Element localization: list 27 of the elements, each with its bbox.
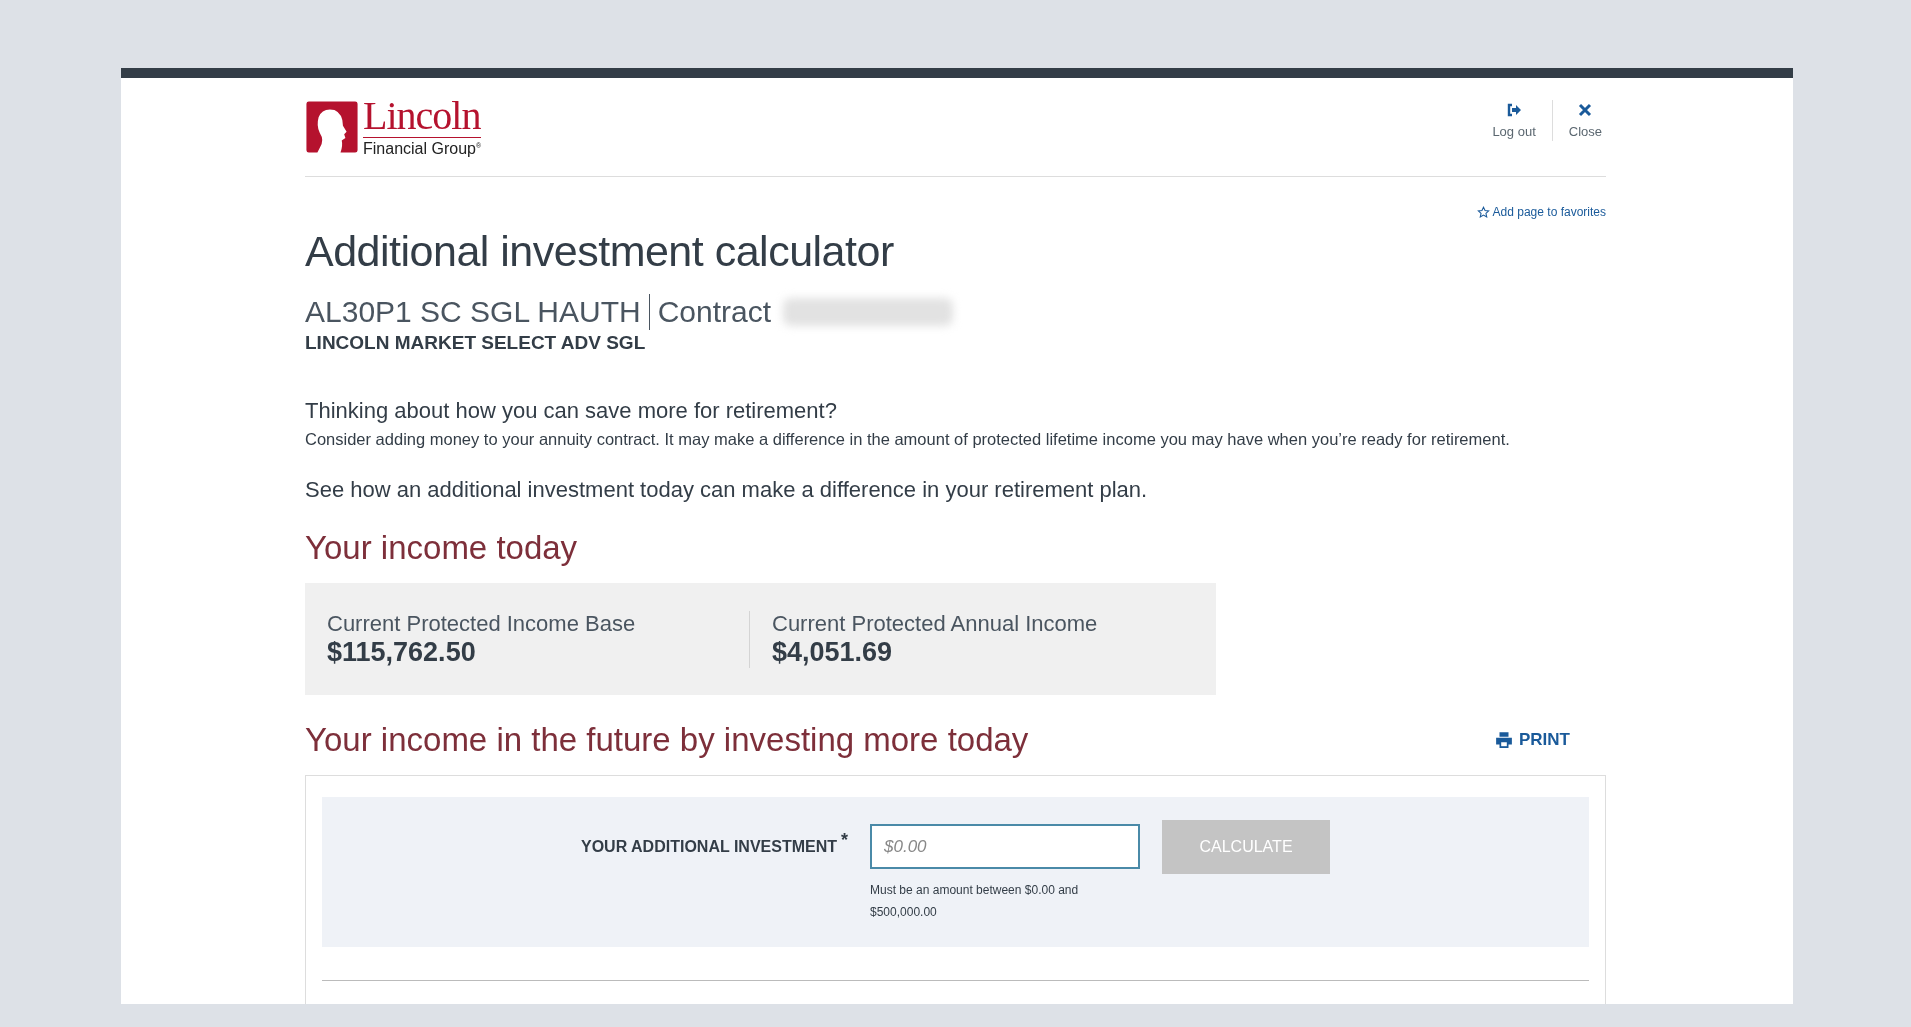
print-button[interactable]: PRINT <box>1493 728 1572 752</box>
company-logo[interactable]: Lincoln Financial Group$^{®}$ <box>305 96 482 157</box>
star-icon <box>1476 205 1490 219</box>
intro-lead: See how an additional investment today can make a difference in your retirement plan. <box>305 477 1149 503</box>
required-mark: * <box>841 830 848 852</box>
contract-owner: AL30P1 SC SGL HAUTH <box>305 295 641 329</box>
metric-label: Current Protected Income Base <box>327 610 637 637</box>
logout-button[interactable]: Log out <box>1488 100 1540 141</box>
add-to-favorites-link[interactable]: Add page to favorites <box>1476 205 1606 219</box>
profile-logo-icon <box>305 98 359 155</box>
print-icon <box>1495 731 1513 749</box>
close-icon <box>1577 102 1594 118</box>
metric-label: Current Protected Annual Income <box>772 610 1099 637</box>
field-hint: Must be an amount between $0.00 and $500,000.00 <box>870 882 1080 921</box>
product-name: LINCOLN MARKET SELECT ADV SGL <box>305 332 647 354</box>
section-heading: Your income in the future by investing more today <box>305 721 1029 759</box>
field-label: YOUR ADDITIONAL INVESTMENT <box>581 838 837 856</box>
metric-value: $4,051.69 <box>772 636 894 668</box>
intro-question: Thinking about how you can save more for retirement? <box>305 398 838 424</box>
contract-label: Contract <box>657 295 772 329</box>
logout-icon <box>1506 102 1523 118</box>
close-button[interactable]: Close <box>1564 100 1606 141</box>
investment-input[interactable]: $0.00 <box>870 824 1140 869</box>
page-title: Additional investment calculator <box>305 227 895 276</box>
section-heading: Your income today <box>305 529 579 567</box>
intro-text: Consider adding money to your annuity contract. It may make a difference in the amount of protected lifetime income you may have when you’re ready for retirement. <box>305 430 1511 449</box>
metric-value: $115,762.50 <box>327 636 477 668</box>
